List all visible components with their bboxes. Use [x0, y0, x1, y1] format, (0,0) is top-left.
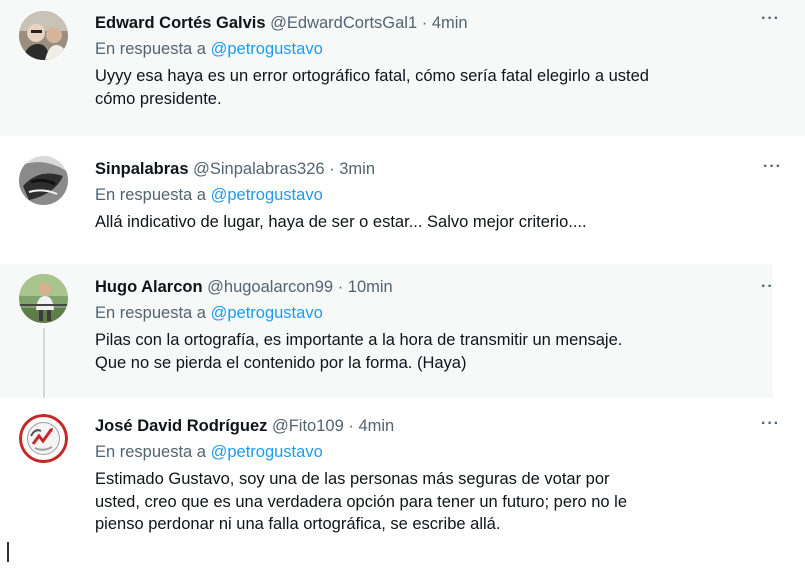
timestamp[interactable]: · 10min: [338, 278, 393, 296]
timestamp[interactable]: · 3min: [329, 160, 375, 178]
author-name[interactable]: Sinpalabras: [95, 160, 189, 178]
tweet-text-line: usted, creo que es una verdadera opción …: [95, 492, 628, 511]
avatar[interactable]: [19, 274, 68, 323]
tweet-text-line: Uyyy esa haya es un error ortográfico fa…: [95, 67, 649, 85]
tweet-text-line: Allá indicativo de lugar, haya de ser o …: [95, 213, 587, 231]
tweet-text-line: Pilas con la ortografía, es importante a…: [95, 331, 623, 349]
tweet-text: Uyyy esa haya es un error ortográfico fa…: [95, 65, 785, 110]
reply-prefix: En respuesta a: [95, 186, 206, 204]
author-handle[interactable]: @Sinpalabras326: [193, 160, 324, 178]
author-handle[interactable]: @EdwardCortsGal1: [270, 14, 417, 32]
mention-link[interactable]: @petrogustavo: [211, 443, 323, 461]
more-options-icon[interactable]: ···: [761, 10, 780, 28]
more-options-icon[interactable]: ···: [763, 158, 782, 176]
reply-tweet[interactable]: José David Rodríguez @Fito109 · 4min En …: [0, 398, 805, 577]
tweet-text-line: pienso perdonar ni una falla ortográfica…: [95, 515, 501, 533]
author-handle[interactable]: @hugoalarcon99: [207, 278, 333, 296]
reply-tweet[interactable]: Sinpalabras @Sinpalabras326 · 3min En re…: [0, 142, 805, 252]
reply-context: En respuesta a @petrogustavo: [95, 441, 785, 463]
thread-connector: [43, 328, 45, 398]
tweet-text-line: Estimado Gustavo, soy una de las persona…: [95, 470, 610, 488]
author-name[interactable]: José David Rodríguez: [95, 417, 267, 435]
author-name[interactable]: Hugo Alarcon: [95, 278, 203, 296]
avatar[interactable]: [19, 414, 68, 463]
tweet-text-line: cómo presidente.: [95, 89, 222, 108]
author-handle[interactable]: @Fito109: [272, 417, 344, 435]
tweet-text: Allá indicativo de lugar, haya de ser o …: [95, 211, 785, 234]
tweet-text-line: Que no se pierda el contenido por la for…: [95, 353, 467, 372]
text-cursor: [7, 542, 9, 562]
more-options-icon[interactable]: ···: [761, 415, 780, 433]
timestamp[interactable]: · 4min: [348, 417, 394, 435]
reply-context: En respuesta a @petrogustavo: [95, 302, 753, 324]
author-name[interactable]: Edward Cortés Galvis: [95, 14, 266, 32]
reply-prefix: En respuesta a: [95, 443, 206, 461]
mention-link[interactable]: @petrogustavo: [211, 186, 323, 204]
avatar[interactable]: [19, 11, 68, 60]
reply-context: En respuesta a @petrogustavo: [95, 184, 785, 206]
reply-tweet[interactable]: Edward Cortés Galvis @EdwardCortsGal1 · …: [0, 0, 805, 136]
reply-prefix: En respuesta a: [95, 40, 206, 58]
timestamp[interactable]: · 4min: [422, 14, 468, 32]
tweet-text: Estimado Gustavo, soy una de las persona…: [95, 468, 785, 536]
tweet-text: Pilas con la ortografía, es importante a…: [95, 329, 753, 374]
reply-context: En respuesta a @petrogustavo: [95, 38, 785, 60]
reply-tweet[interactable]: Hugo Alarcon @hugoalarcon99 · 10min En r…: [0, 264, 773, 398]
avatar[interactable]: [19, 156, 68, 205]
more-options-icon[interactable]: ··: [761, 278, 774, 296]
reply-prefix: En respuesta a: [95, 304, 206, 322]
mention-link[interactable]: @petrogustavo: [211, 304, 323, 322]
mention-link[interactable]: @petrogustavo: [211, 40, 323, 58]
